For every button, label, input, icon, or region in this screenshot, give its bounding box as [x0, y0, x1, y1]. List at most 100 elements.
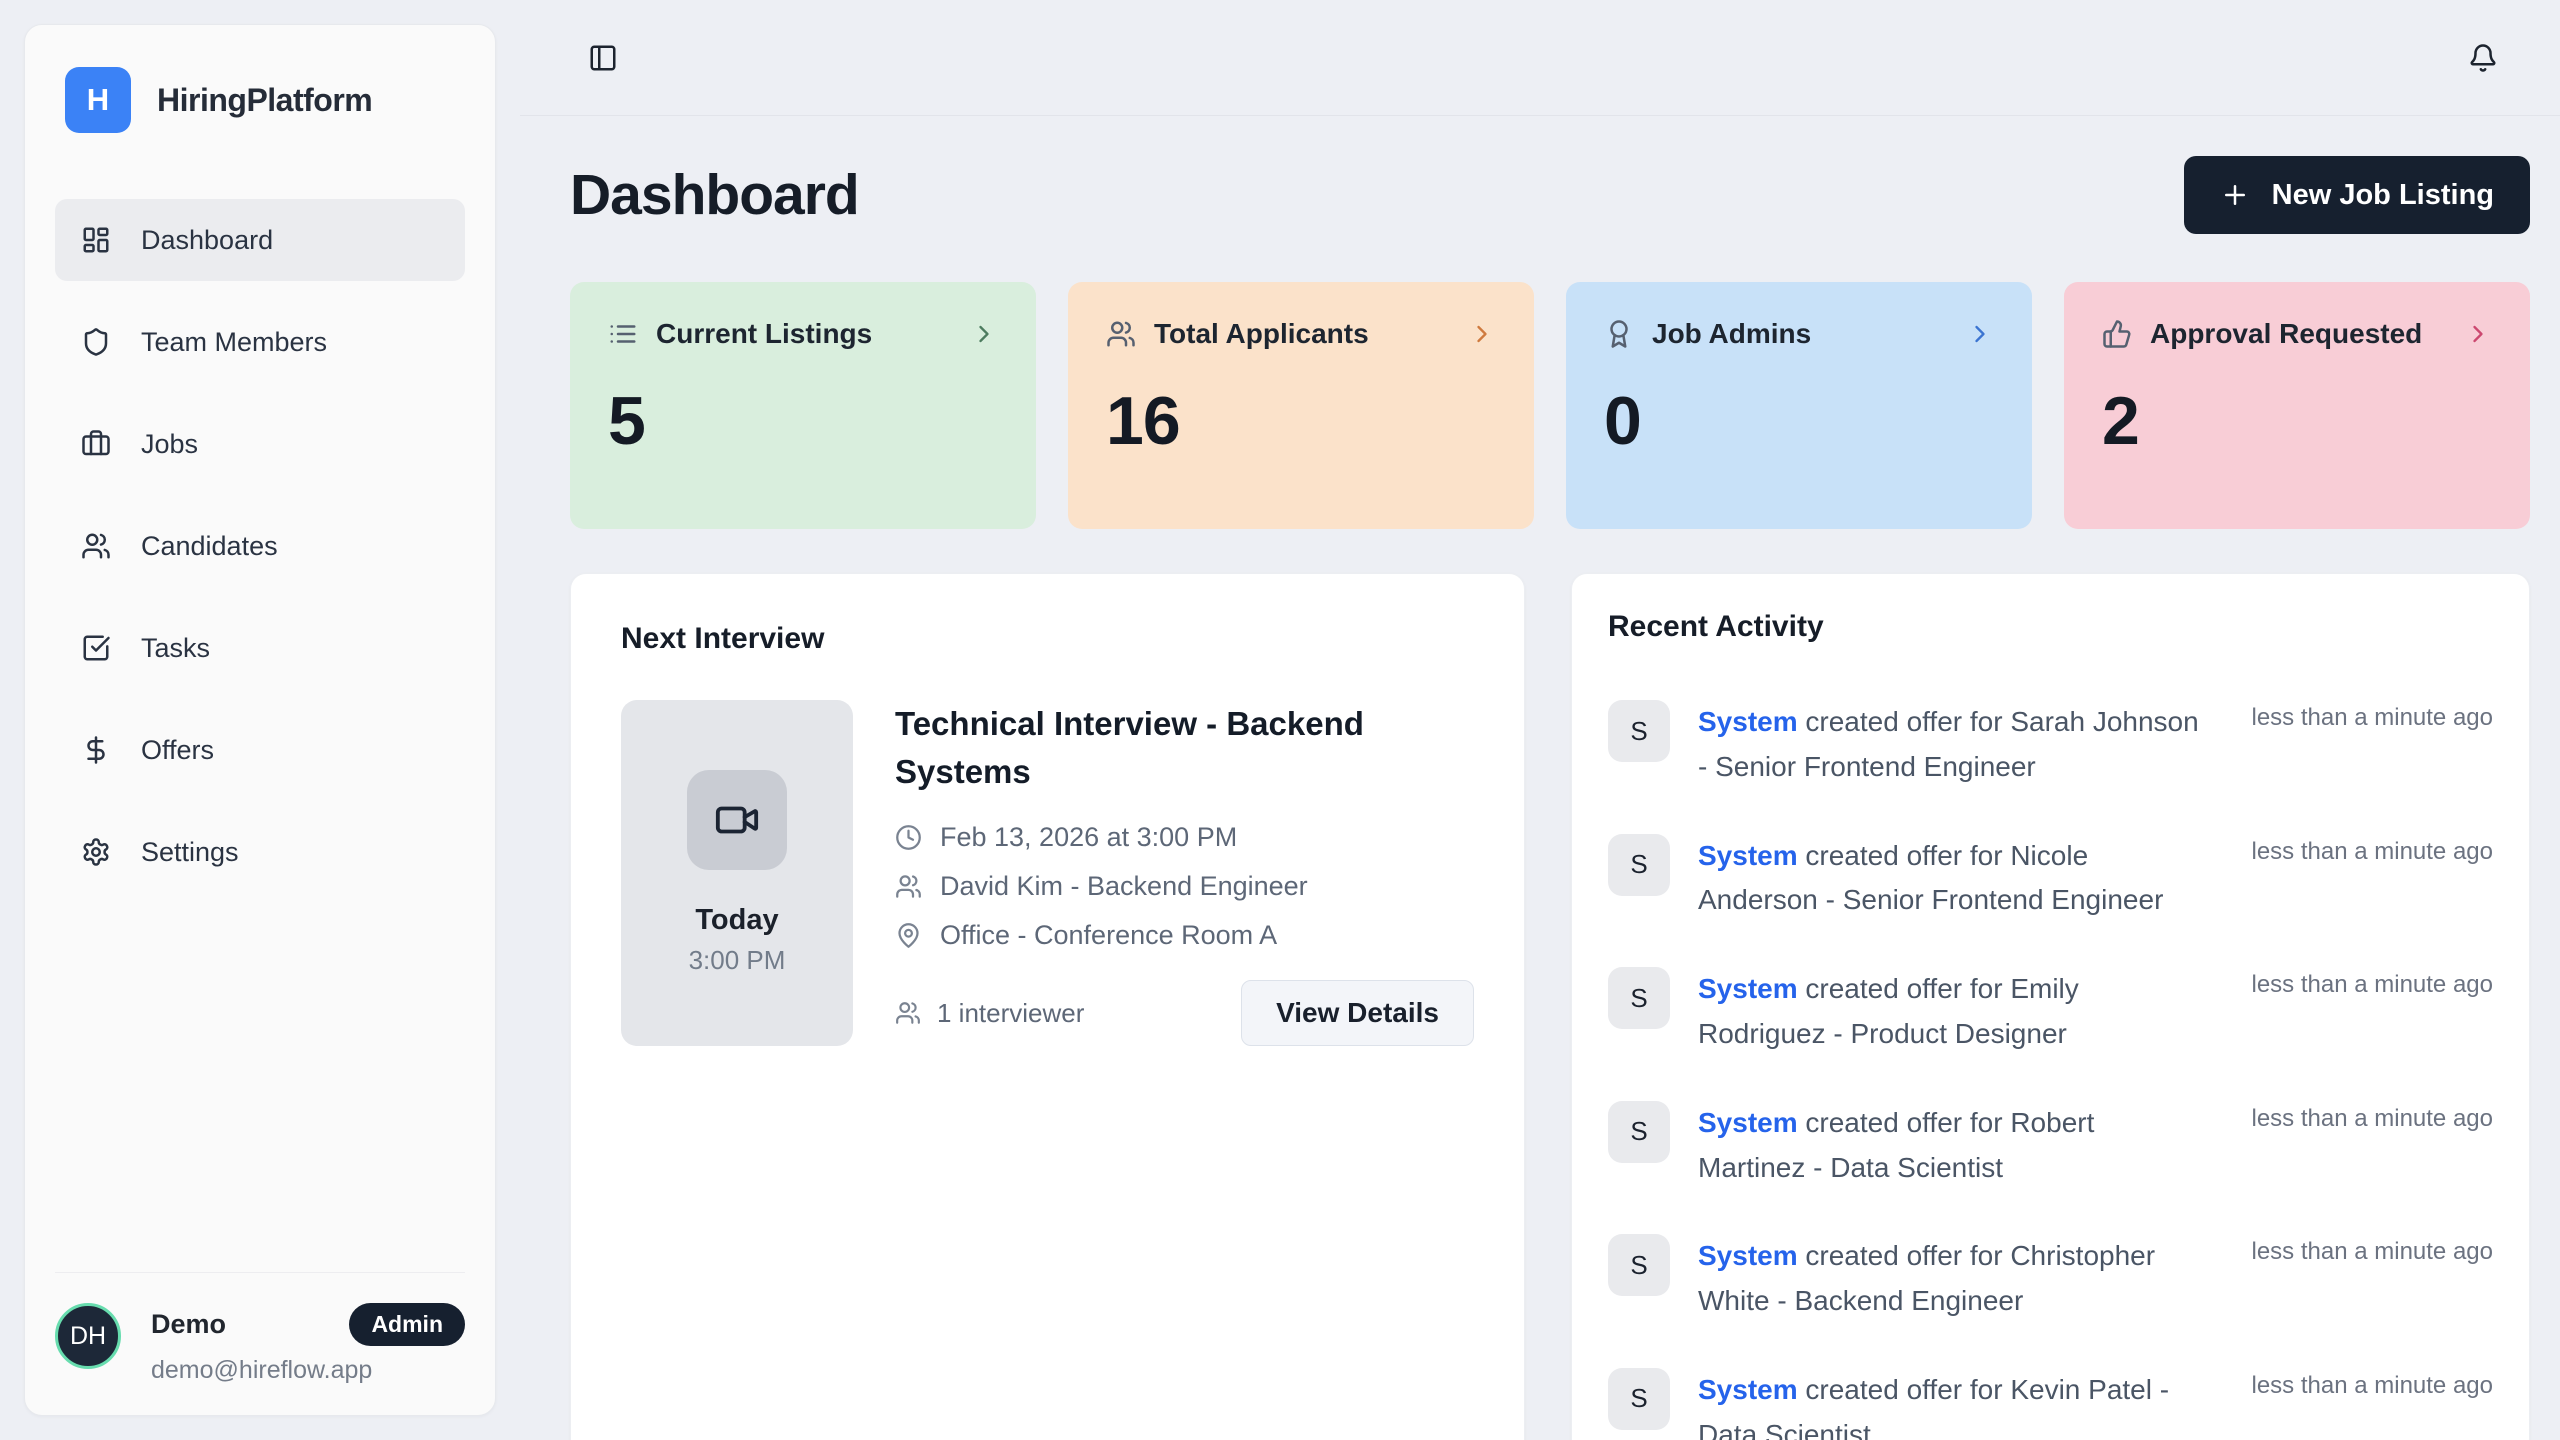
- activity-text: System created offer for Nicole Anderson…: [1698, 834, 2203, 924]
- dashboard-icon: [81, 225, 111, 255]
- chevron-right-icon: [1468, 320, 1496, 348]
- list-icon: [608, 319, 638, 349]
- bell-icon: [2468, 43, 2498, 73]
- stat-cards: Current Listings5Total Applicants16Job A…: [570, 282, 2530, 529]
- stat-value: 2: [2102, 382, 2492, 460]
- dollar-icon: [81, 735, 111, 765]
- sidebar-item-jobs[interactable]: Jobs: [55, 403, 465, 485]
- list-icon: [608, 319, 638, 349]
- activity-timestamp: less than a minute ago: [2252, 700, 2494, 732]
- user-name: Demo: [151, 1309, 226, 1340]
- shield-icon: [81, 327, 111, 357]
- activity-avatar: S: [1608, 1368, 1670, 1430]
- user-info: Demo Admin demo@hireflow.app: [151, 1303, 465, 1385]
- stat-label: Job Admins: [1652, 318, 1948, 350]
- chevron-right-icon: [2464, 320, 2492, 348]
- activity-actor-link[interactable]: System: [1698, 1240, 1798, 1271]
- sidebar-item-settings[interactable]: Settings: [55, 811, 465, 893]
- sidebar: H HiringPlatform Dashboard Team Members Jo…: [24, 24, 496, 1416]
- users-icon: [81, 531, 111, 561]
- panel-left-icon: [588, 43, 618, 73]
- interview-datetime-row: Feb 13, 2026 at 3:00 PM: [895, 822, 1474, 853]
- topbar: [520, 0, 2560, 116]
- activity-text: System created offer for Emily Rodriguez…: [1698, 967, 2203, 1057]
- avatar[interactable]: DH: [55, 1303, 121, 1369]
- sidebar-item-dashboard[interactable]: Dashboard: [55, 199, 465, 281]
- chevron-right-icon: [970, 320, 998, 348]
- sidebar-toggle-button[interactable]: [582, 37, 624, 79]
- activity-item: S System created offer for Emily Rodrigue…: [1608, 967, 2493, 1057]
- activity-text: System created offer for Sarah Johnson -…: [1698, 700, 2203, 790]
- dollar-icon: [81, 735, 111, 765]
- activity-item: S System created offer for Christopher Wh…: [1608, 1234, 2493, 1324]
- stat-card-job-admins[interactable]: Job Admins 0: [1566, 282, 2032, 529]
- activity-timestamp: less than a minute ago: [2252, 967, 2494, 999]
- dashboard-icon: [81, 225, 111, 255]
- users-icon: [1106, 319, 1136, 349]
- stat-value: 0: [1604, 382, 1994, 460]
- user-email: demo@hireflow.app: [151, 1356, 465, 1385]
- interview-location-row: Office - Conference Room A: [895, 920, 1474, 951]
- briefcase-icon: [81, 429, 111, 459]
- interviewer-count: 1 interviewer: [895, 998, 1084, 1029]
- activity-actor-link[interactable]: System: [1698, 706, 1798, 737]
- sidebar-item-offers[interactable]: Offers: [55, 709, 465, 791]
- activity-actor-link[interactable]: System: [1698, 973, 1798, 1004]
- sidebar-item-candidates[interactable]: Candidates: [55, 505, 465, 587]
- view-details-button[interactable]: View Details: [1241, 980, 1474, 1046]
- activity-text: System created offer for Kevin Patel - D…: [1698, 1368, 2203, 1440]
- interview-time: 3:00 PM: [689, 945, 786, 976]
- recent-activity-heading: Recent Activity: [1608, 610, 2493, 644]
- activity-actor-link[interactable]: System: [1698, 1374, 1798, 1405]
- sidebar-nav: Dashboard Team Members Jobs Candidates Tasks…: [55, 199, 465, 893]
- sidebar-item-team-members[interactable]: Team Members: [55, 301, 465, 383]
- plus-icon: [2220, 180, 2250, 210]
- activity-timestamp: less than a minute ago: [2252, 1234, 2494, 1266]
- activity-timestamp: less than a minute ago: [2252, 1368, 2494, 1400]
- next-interview-heading: Next Interview: [621, 622, 1474, 656]
- recent-activity-card: Recent Activity S System created offer fo…: [1571, 573, 2530, 1440]
- shield-icon: [81, 327, 111, 357]
- video-icon: [687, 770, 787, 870]
- activity-avatar: S: [1608, 1234, 1670, 1296]
- activity-text: System created offer for Christopher Whi…: [1698, 1234, 2203, 1324]
- app-logo: H HiringPlatform: [55, 59, 465, 143]
- activity-item: S System created offer for Sarah Johnson …: [1608, 700, 2493, 790]
- interview-person-row: David Kim - Backend Engineer: [895, 871, 1474, 902]
- clock-icon: [895, 824, 922, 851]
- stat-label: Current Listings: [656, 318, 952, 350]
- stat-label: Approval Requested: [2150, 318, 2446, 350]
- sidebar-item-tasks[interactable]: Tasks: [55, 607, 465, 689]
- stat-card-total-applicants[interactable]: Total Applicants16: [1068, 282, 1534, 529]
- award-icon: [1604, 319, 1634, 349]
- user-menu[interactable]: DH Demo Admin demo@hireflow.app: [55, 1272, 465, 1385]
- users-icon: [81, 531, 111, 561]
- check-square-icon: [81, 633, 111, 663]
- stat-value: 5: [608, 382, 998, 460]
- stat-value: 16: [1106, 382, 1496, 460]
- activity-timestamp: less than a minute ago: [2252, 1101, 2494, 1133]
- users-icon: [1106, 319, 1136, 349]
- sidebar-item-label: Dashboard: [141, 225, 273, 256]
- activity-actor-link[interactable]: System: [1698, 1107, 1798, 1138]
- activity-avatar: S: [1608, 1101, 1670, 1163]
- chevron-icon: [1966, 320, 1994, 348]
- interview-title: Technical Interview - Backend Systems: [895, 700, 1375, 796]
- users-icon: [895, 1000, 921, 1026]
- activity-avatar: S: [1608, 700, 1670, 762]
- activity-avatar: S: [1608, 967, 1670, 1029]
- activity-actor-link[interactable]: System: [1698, 840, 1798, 871]
- activity-text: System created offer for Robert Martinez…: [1698, 1101, 2203, 1191]
- stat-card-approval-requested[interactable]: Approval Requested 2: [2064, 282, 2530, 529]
- content: Dashboard New Job Listing Current Listin…: [520, 116, 2560, 1440]
- stat-card-current-listings[interactable]: Current Listings 5: [570, 282, 1036, 529]
- chevron-icon: [1468, 320, 1496, 348]
- users-icon: [895, 873, 922, 900]
- sidebar-item-label: Settings: [141, 837, 239, 868]
- activity-item: S System created offer for Kevin Patel - …: [1608, 1368, 2493, 1440]
- new-job-listing-button[interactable]: New Job Listing: [2184, 156, 2530, 234]
- gear-icon: [81, 837, 111, 867]
- thumbs-up-icon: [2102, 319, 2132, 349]
- sidebar-item-label: Offers: [141, 735, 214, 766]
- notifications-button[interactable]: [2462, 37, 2504, 79]
